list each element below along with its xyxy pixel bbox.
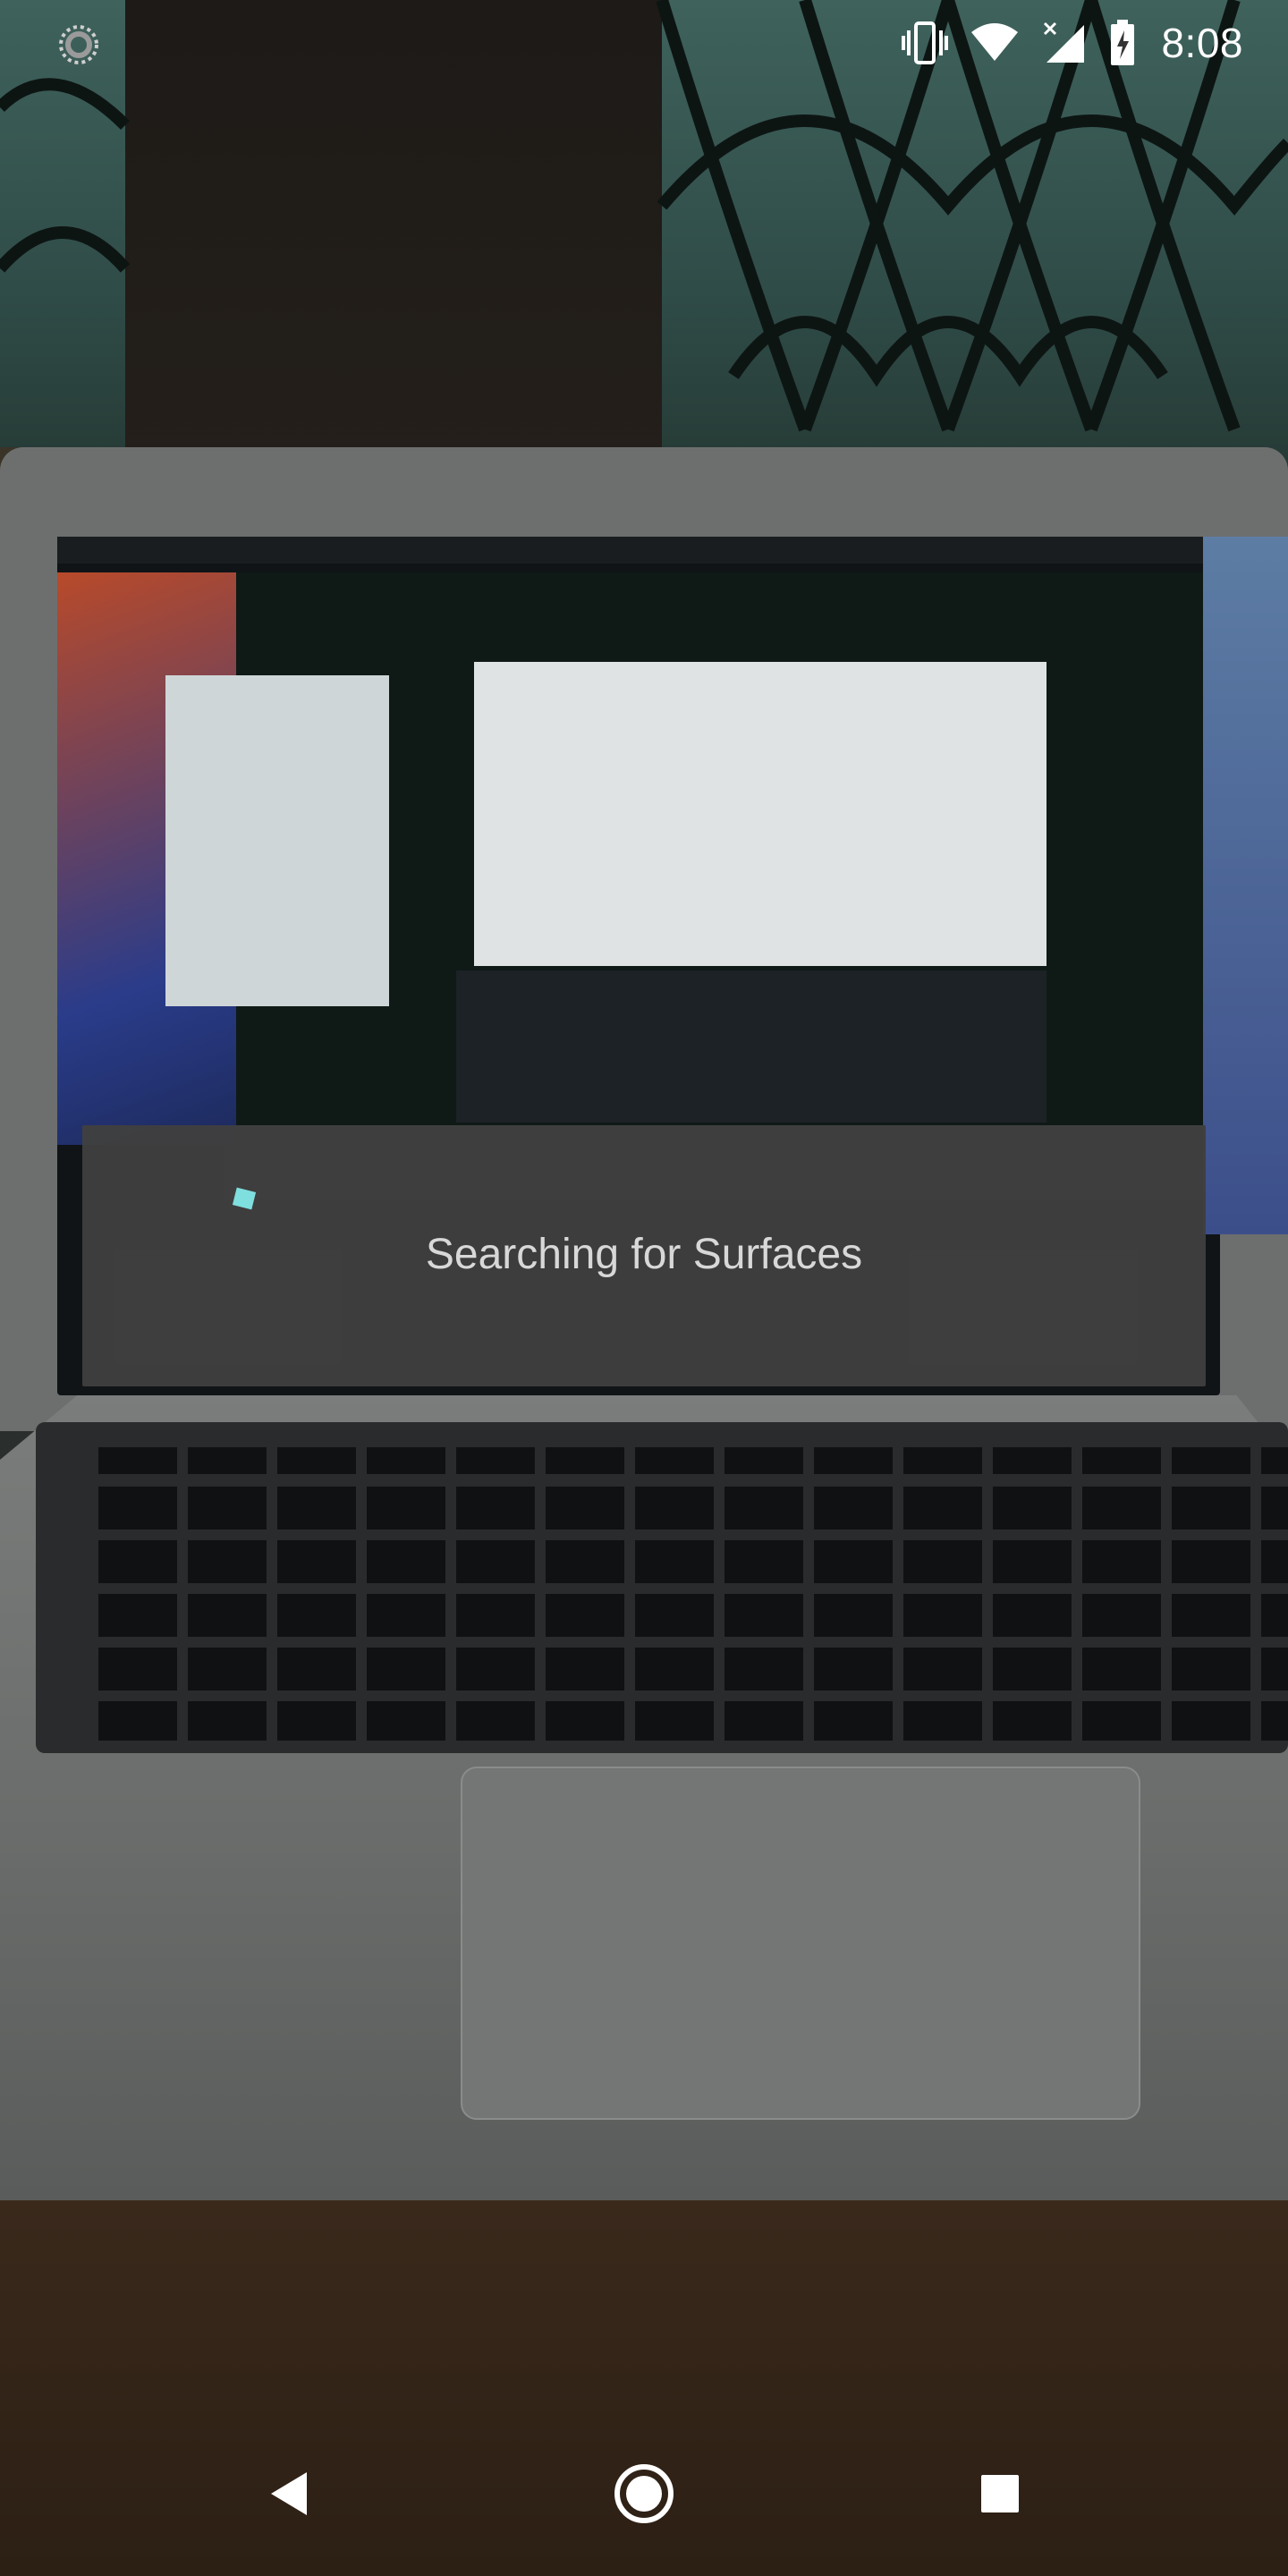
cellular-no-signal-icon bbox=[1039, 18, 1089, 68]
home-circle-icon bbox=[613, 2462, 675, 2529]
screen-editor-window bbox=[474, 662, 1046, 966]
battery-charging-icon bbox=[1109, 18, 1136, 68]
screen-desktop-icons bbox=[1203, 537, 1288, 1234]
screen-file-window bbox=[165, 675, 389, 1006]
back-button[interactable] bbox=[247, 2453, 333, 2538]
back-triangle-icon bbox=[267, 2469, 312, 2523]
key-row bbox=[98, 1540, 1288, 1583]
status-icons: 8:08 bbox=[900, 18, 1243, 68]
status-bar: 8:08 bbox=[0, 0, 1288, 86]
recents-square-icon bbox=[979, 2473, 1021, 2519]
key-row bbox=[98, 1701, 1288, 1741]
key-row bbox=[98, 1487, 1288, 1530]
key-row bbox=[98, 1447, 1288, 1474]
laptop-keyboard bbox=[36, 1422, 1288, 1753]
surface-search-label: Searching for Surfaces bbox=[425, 1231, 863, 1278]
surface-search-message: Searching for Surfaces bbox=[82, 1230, 1206, 1279]
laptop-trackpad bbox=[461, 1767, 1140, 2120]
loading-indicator-icon bbox=[57, 23, 100, 66]
home-button[interactable] bbox=[601, 2453, 687, 2538]
wifi-icon bbox=[970, 18, 1020, 68]
recents-button[interactable] bbox=[957, 2453, 1043, 2538]
navigation-bar bbox=[0, 2415, 1288, 2576]
screen-console bbox=[456, 970, 1046, 1123]
status-time: 8:08 bbox=[1161, 20, 1243, 66]
key-row bbox=[98, 1648, 1288, 1690]
screen-menubar bbox=[57, 537, 1220, 564]
vibrate-icon bbox=[900, 18, 950, 68]
key-row bbox=[98, 1594, 1288, 1637]
